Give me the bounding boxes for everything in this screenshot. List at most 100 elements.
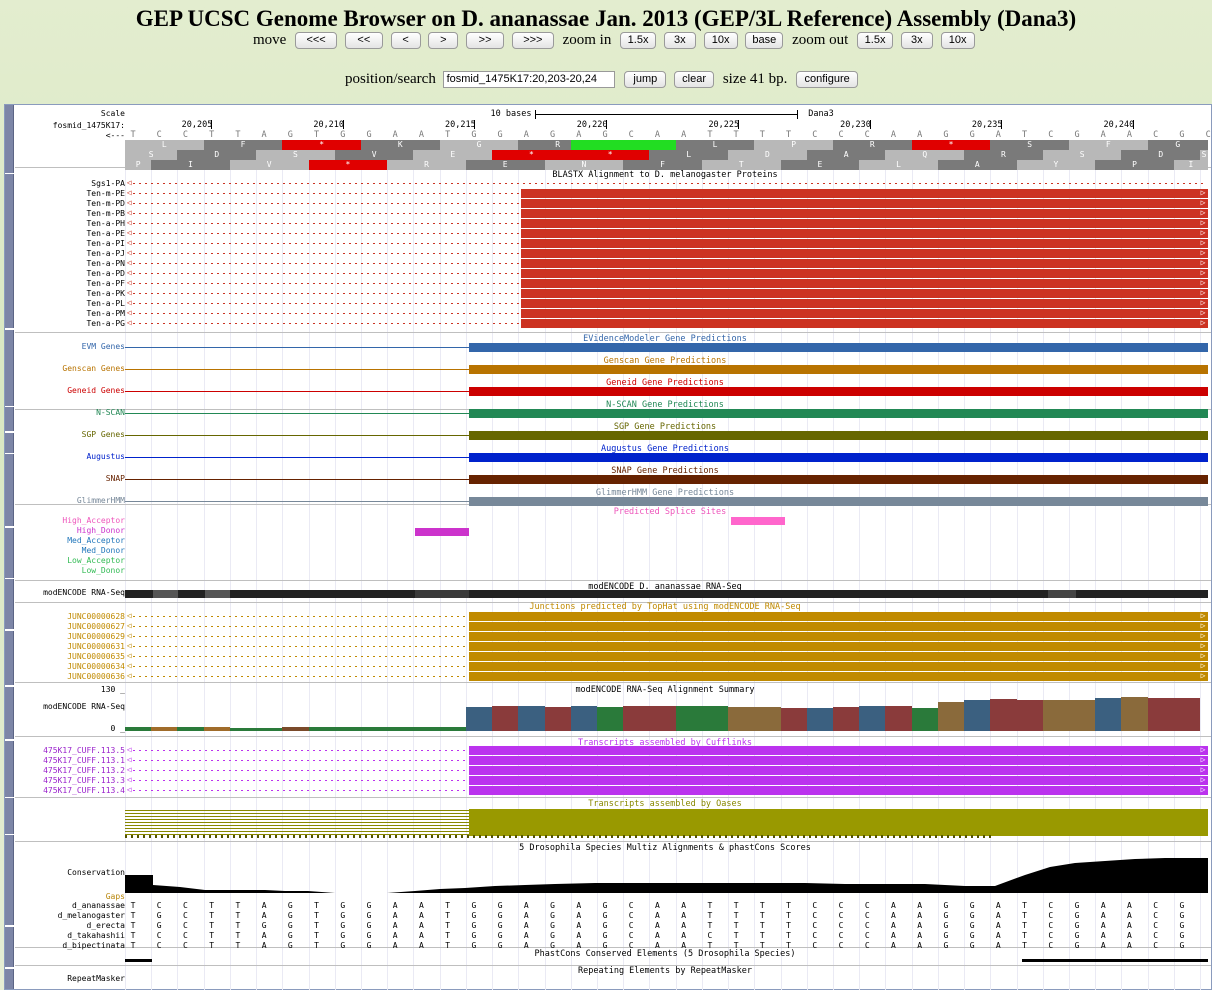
summary-bar[interactable] [780, 708, 807, 731]
blastx-feature[interactable] [521, 319, 1208, 328]
move-step-right-button[interactable]: > [428, 32, 459, 50]
summary-bar[interactable] [859, 706, 886, 731]
blastx-feature[interactable] [521, 189, 1208, 198]
track-side-bar[interactable] [5, 579, 14, 629]
phastcons-element[interactable] [1022, 959, 1208, 962]
gene-feature[interactable] [469, 343, 1208, 352]
move-step-left-button[interactable]: < [390, 32, 421, 50]
track-side-bar[interactable] [5, 433, 14, 453]
track-side-bar[interactable] [5, 454, 14, 478]
junction-feature[interactable] [469, 612, 1208, 621]
summary-bar[interactable] [387, 727, 414, 731]
summary-bar[interactable] [754, 707, 781, 731]
configure-button[interactable]: configure [796, 71, 859, 89]
summary-bar[interactable] [728, 707, 755, 731]
move-right-button[interactable]: >> [466, 32, 505, 50]
summary-bar[interactable] [465, 707, 493, 731]
summary-bar[interactable] [701, 706, 729, 731]
high-donor-feature[interactable] [415, 528, 469, 536]
summary-bar[interactable] [937, 702, 965, 731]
position-search-input[interactable]: fosmid_1475K17:20,203-20,24 [442, 71, 615, 89]
summary-bar[interactable] [229, 728, 257, 731]
summary-bar[interactable] [334, 727, 361, 731]
cufflinks-feature[interactable] [469, 766, 1208, 775]
track-side-bar[interactable] [5, 741, 14, 797]
junction-feature[interactable] [469, 632, 1208, 641]
move-far-left-button[interactable]: <<< [295, 32, 338, 50]
track-side-bar[interactable] [5, 969, 14, 989]
zoom-base-button[interactable]: base [745, 32, 784, 50]
track-side-bar[interactable] [5, 502, 14, 526]
blastx-feature[interactable] [521, 209, 1208, 218]
summary-bar[interactable] [125, 727, 152, 731]
summary-bar[interactable] [623, 706, 650, 731]
summary-bar[interactable] [282, 727, 309, 731]
gene-feature[interactable] [469, 431, 1208, 440]
phastcons-element[interactable] [125, 959, 152, 962]
high-acceptor-feature[interactable] [731, 517, 785, 525]
oases-dashed-feature[interactable] [125, 835, 995, 838]
blastx-feature[interactable] [521, 269, 1208, 278]
junction-feature[interactable] [469, 652, 1208, 661]
summary-bar[interactable] [911, 708, 938, 731]
gene-feature[interactable] [469, 475, 1208, 484]
blastx-feature[interactable] [521, 229, 1208, 238]
junction-feature[interactable] [469, 662, 1208, 671]
cufflinks-feature[interactable] [469, 756, 1208, 765]
gene-feature[interactable] [469, 453, 1208, 462]
blastx-feature[interactable] [521, 299, 1208, 308]
zoom-in-3x-button[interactable]: 3x [663, 32, 696, 50]
track-side-bar[interactable] [5, 687, 14, 739]
summary-bar[interactable] [256, 728, 283, 731]
blastx-feature[interactable] [521, 199, 1208, 208]
gene-feature[interactable] [469, 497, 1208, 506]
blastx-feature[interactable] [521, 279, 1208, 288]
rnaseq-density[interactable] [125, 590, 1208, 598]
track-side-bar[interactable] [5, 407, 14, 431]
gene-feature[interactable] [469, 409, 1208, 418]
summary-bar[interactable] [675, 706, 702, 731]
summary-bar[interactable] [361, 727, 388, 731]
summary-bar[interactable] [1121, 697, 1148, 731]
blastx-feature[interactable] [521, 259, 1208, 268]
track-side-bar[interactable] [5, 174, 14, 328]
cufflinks-feature[interactable] [469, 746, 1208, 755]
cufflinks-feature[interactable] [469, 786, 1208, 795]
summary-bar[interactable] [964, 700, 991, 731]
summary-bar[interactable] [518, 706, 545, 731]
zoom-in-10x-button[interactable]: 10x [703, 32, 738, 50]
summary-bar[interactable] [177, 727, 204, 731]
track-side-bar[interactable] [5, 631, 14, 685]
junction-feature[interactable] [469, 642, 1208, 651]
summary-bar[interactable] [1016, 700, 1043, 731]
summary-bar[interactable] [990, 699, 1017, 731]
track-image[interactable]: Scale fosmid_1475K17: <--- 10 bases Dana… [4, 104, 1212, 990]
summary-bar[interactable] [1069, 700, 1096, 731]
blastx-feature[interactable] [521, 309, 1208, 318]
summary-bar[interactable] [597, 707, 624, 731]
summary-bar[interactable] [439, 727, 466, 731]
track-side-bar[interactable] [5, 478, 14, 502]
track-side-bar[interactable] [5, 798, 14, 834]
clear-button[interactable]: clear [674, 71, 715, 89]
gene-feature[interactable] [469, 365, 1208, 374]
blastx-feature[interactable] [521, 219, 1208, 228]
zoom-out-3x-button[interactable]: 3x [900, 32, 933, 50]
blastx-feature[interactable] [521, 249, 1208, 258]
summary-bar[interactable] [413, 727, 440, 731]
track-side-bar[interactable] [5, 835, 14, 925]
track-side-bar[interactable] [5, 105, 14, 173]
move-far-right-button[interactable]: >>> [511, 32, 554, 50]
blastx-feature[interactable] [521, 289, 1208, 298]
start-codon-block[interactable] [570, 140, 650, 150]
summary-bar[interactable] [544, 707, 571, 731]
summary-bar[interactable] [885, 706, 912, 731]
summary-bar[interactable] [203, 727, 230, 731]
summary-bar[interactable] [1147, 698, 1174, 731]
summary-bar[interactable] [1042, 700, 1069, 731]
summary-bar[interactable] [151, 727, 178, 731]
zoom-in-1-5x-button[interactable]: 1.5x [620, 32, 657, 50]
zoom-out-1-5x-button[interactable]: 1.5x [857, 32, 894, 50]
blastx-feature[interactable] [521, 239, 1208, 248]
junction-feature[interactable] [469, 622, 1208, 631]
